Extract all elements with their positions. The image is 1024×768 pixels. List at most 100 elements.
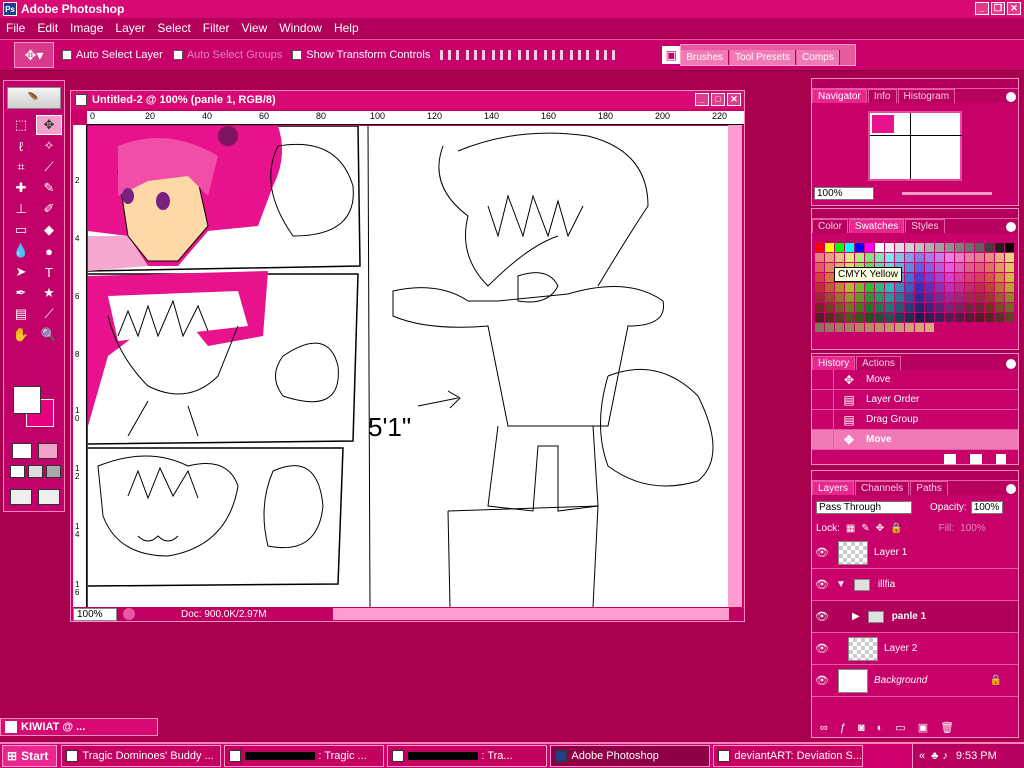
swatch-cell[interactable]: [875, 303, 884, 312]
type-tool-icon[interactable]: T: [36, 262, 62, 282]
taskbar-button-deviantart[interactable]: deviantART: Deviation S...: [713, 745, 864, 767]
distribute-bottom-icon[interactable]: [570, 50, 591, 60]
swatch-cell[interactable]: [945, 283, 954, 292]
swatch-cell[interactable]: [935, 243, 944, 252]
swatch-cell[interactable]: [955, 323, 964, 332]
navigator-zoom-field[interactable]: 100%: [814, 187, 874, 200]
layer-mask-icon[interactable]: ◙: [858, 722, 865, 734]
swatch-cell[interactable]: [895, 323, 904, 332]
menu-image[interactable]: Image: [64, 21, 109, 35]
swatch-cell[interactable]: [905, 263, 914, 272]
panel-menu-icon[interactable]: [1006, 484, 1016, 494]
swatch-cell[interactable]: [885, 243, 894, 252]
swatch-cell[interactable]: [895, 253, 904, 262]
feather-logo-icon[interactable]: 🪶: [7, 87, 61, 109]
swatch-cell[interactable]: [925, 303, 934, 312]
tab-histogram[interactable]: Histogram: [897, 89, 956, 103]
eye-icon[interactable]: 👁: [812, 578, 832, 591]
panel-menu-icon[interactable]: [1006, 222, 1016, 232]
volume-icon[interactable]: ♪: [942, 750, 948, 762]
swatch-cell[interactable]: [905, 313, 914, 322]
swatch-cell[interactable]: [995, 253, 1004, 262]
eye-icon[interactable]: 👁: [812, 642, 832, 655]
swatch-cell[interactable]: [895, 303, 904, 312]
swatch-cell[interactable]: [875, 243, 884, 252]
swatch-cell[interactable]: [855, 293, 864, 302]
image-canvas[interactable]: 5'1": [88, 126, 728, 607]
swatch-cell[interactable]: [885, 313, 894, 322]
swatch-cell[interactable]: [945, 243, 954, 252]
swatch-cell[interactable]: [915, 313, 924, 322]
swatch-cell[interactable]: [965, 253, 974, 262]
standard-mode-icon[interactable]: [12, 443, 32, 459]
full-screen-mode-icon[interactable]: [46, 465, 61, 478]
swatch-cell[interactable]: [935, 293, 944, 302]
move-tool-icon[interactable]: ✥: [36, 115, 62, 135]
status-menu-icon[interactable]: [123, 608, 135, 620]
tab-color[interactable]: Color: [812, 219, 848, 233]
swatch-cell[interactable]: [965, 313, 974, 322]
swatch-cell[interactable]: [915, 253, 924, 262]
swatch-cell[interactable]: [855, 253, 864, 262]
tab-actions[interactable]: Actions: [856, 356, 901, 370]
swatch-cell[interactable]: [955, 243, 964, 252]
swatch-cell[interactable]: [865, 283, 874, 292]
swatch-grid[interactable]: [815, 243, 1014, 332]
swatch-cell[interactable]: [925, 273, 934, 282]
swatch-cell[interactable]: [975, 293, 984, 302]
tab-swatches[interactable]: Swatches: [848, 219, 905, 233]
navigator-thumbnail[interactable]: [868, 111, 962, 181]
history-item[interactable]: ▤ Layer Order: [812, 390, 1018, 410]
menu-layer[interactable]: Layer: [109, 21, 151, 35]
navigator-zoom-slider[interactable]: [902, 192, 992, 195]
swatch-cell[interactable]: [815, 263, 824, 272]
swatch-cell[interactable]: [945, 313, 954, 322]
expand-triangle-icon[interactable]: ▼: [836, 579, 846, 590]
swatch-cell[interactable]: [985, 313, 994, 322]
swatch-cell[interactable]: [855, 303, 864, 312]
zoom-tool-icon[interactable]: 🔍: [36, 325, 62, 345]
lock-position-icon[interactable]: ✥: [876, 523, 884, 534]
opacity-field[interactable]: 100%: [970, 500, 1003, 514]
swatch-cell[interactable]: [915, 243, 924, 252]
eye-icon[interactable]: 👁: [812, 674, 832, 687]
pen-tool-icon[interactable]: ✒: [8, 283, 34, 303]
doc-minimize-button[interactable]: _: [695, 93, 709, 106]
swatch-cell[interactable]: [975, 263, 984, 272]
swatch-cell[interactable]: [875, 283, 884, 292]
swatch-cell[interactable]: [825, 283, 834, 292]
swatch-cell[interactable]: [845, 323, 854, 332]
swatch-cell[interactable]: [955, 313, 964, 322]
swatch-cell[interactable]: [955, 263, 964, 272]
swatch-cell[interactable]: [905, 273, 914, 282]
swatch-cell[interactable]: [925, 313, 934, 322]
start-button[interactable]: ⊞ Start: [2, 745, 58, 767]
magic-wand-tool-icon[interactable]: ✧: [36, 136, 62, 156]
swatch-cell[interactable]: [1005, 323, 1014, 332]
new-layer-icon[interactable]: ▣: [918, 721, 928, 734]
swatch-cell[interactable]: [895, 293, 904, 302]
swatch-cell[interactable]: [995, 263, 1004, 272]
history-item-current[interactable]: ✥ Move: [812, 430, 1018, 450]
swatch-cell[interactable]: [875, 253, 884, 262]
swatch-cell[interactable]: [895, 313, 904, 322]
swatch-cell[interactable]: [1005, 303, 1014, 312]
swatch-cell[interactable]: [925, 323, 934, 332]
brushes-tab[interactable]: Brushes: [681, 50, 730, 65]
swatch-cell[interactable]: [895, 243, 904, 252]
swatch-cell[interactable]: [985, 293, 994, 302]
swatch-cell[interactable]: [905, 243, 914, 252]
swatch-cell[interactable]: [905, 253, 914, 262]
swatch-cell[interactable]: [985, 273, 994, 282]
layer-style-icon[interactable]: ƒ: [840, 722, 846, 734]
adjustment-layer-icon[interactable]: ◐: [877, 722, 884, 734]
menu-select[interactable]: Select: [151, 21, 196, 35]
menu-window[interactable]: Window: [273, 21, 328, 35]
tab-info[interactable]: Info: [867, 89, 897, 103]
full-screen-menu-mode-icon[interactable]: [28, 465, 43, 478]
menu-edit[interactable]: Edit: [31, 21, 64, 35]
path-selection-tool-icon[interactable]: ➤: [8, 262, 34, 282]
new-group-icon[interactable]: ▭: [895, 721, 905, 734]
distribute-left-icon[interactable]: [596, 50, 617, 60]
swatch-cell[interactable]: [855, 283, 864, 292]
